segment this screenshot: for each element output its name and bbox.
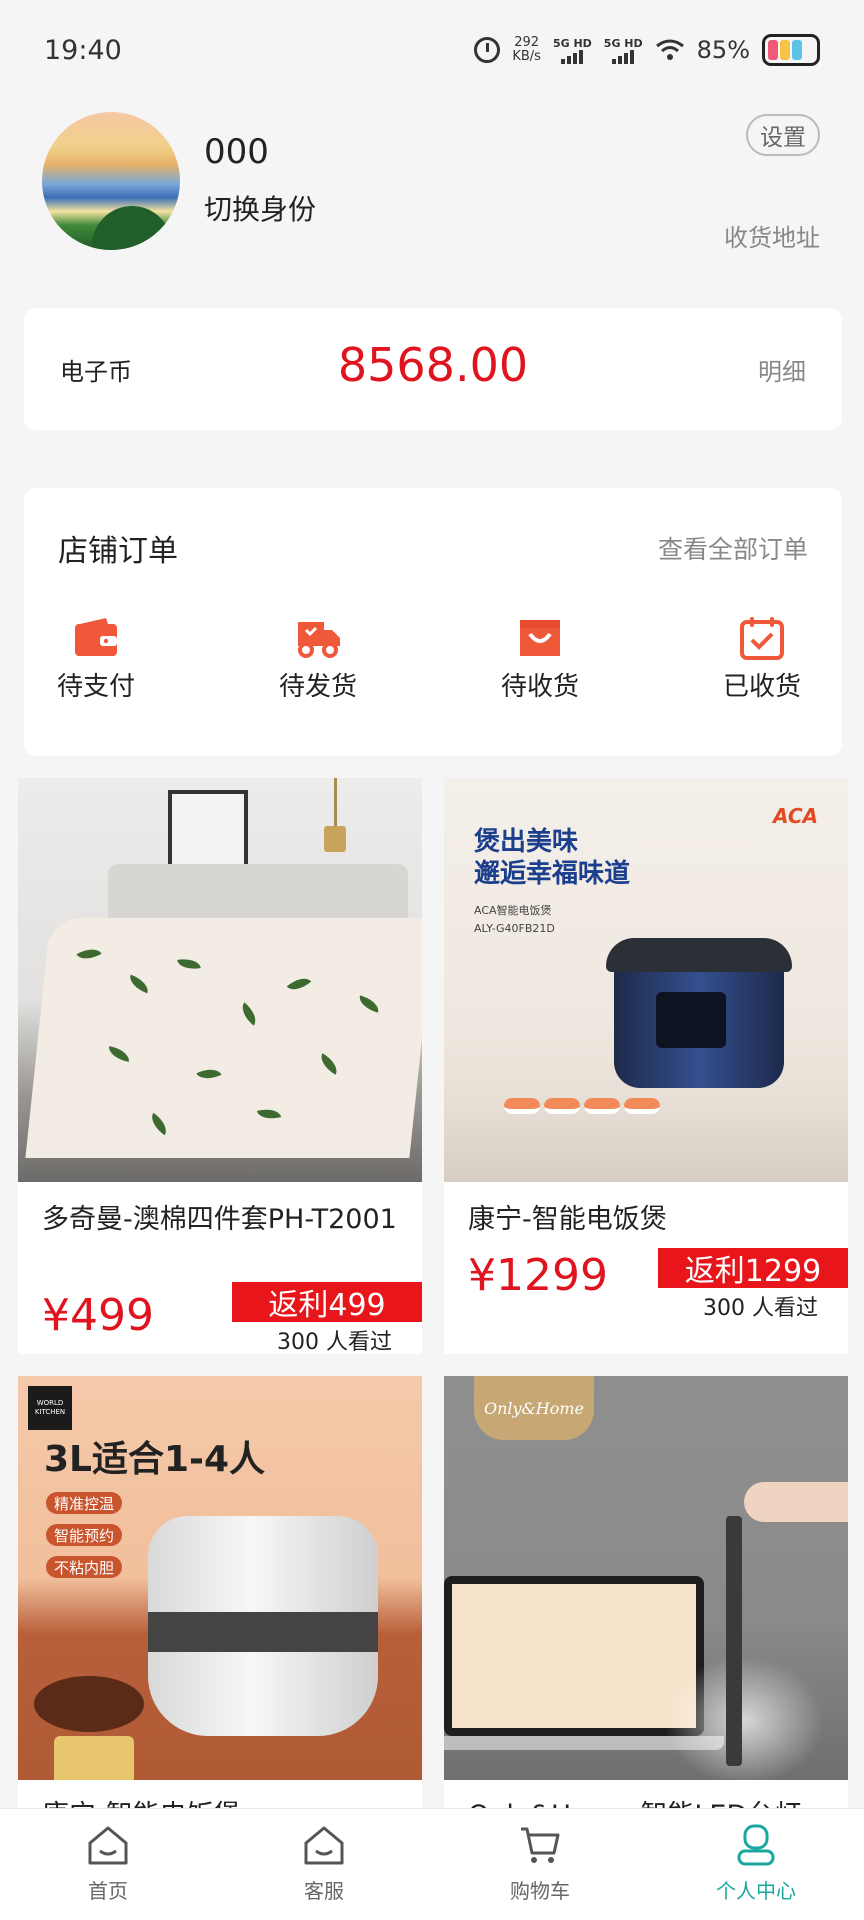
profile-icon — [737, 1824, 775, 1866]
e-coin-detail-link[interactable]: 明细 — [758, 352, 806, 387]
bottom-tab-bar: 首页 客服 购物车 个人中心 — [0, 1808, 864, 1920]
product-card[interactable]: WORLD KITCHEN 3L适合1-4人 精准控温 智能预约 不粘内胆 康宁… — [18, 1376, 422, 1856]
customer-service-icon — [304, 1826, 344, 1865]
product-image: WORLD KITCHEN 3L适合1-4人 精准控温 智能预约 不粘内胆 — [18, 1376, 422, 1780]
ad-brand-logo: WORLD KITCHEN — [28, 1386, 72, 1430]
tab-cart[interactable]: 购物车 — [432, 1809, 648, 1920]
order-pending-payment-label: 待支付 — [56, 672, 135, 702]
battery-icon — [762, 34, 820, 66]
order-received-label: 已收货 — [722, 672, 801, 702]
product-image: ACA 煲出美味 邂逅幸福味道 ACA智能电饭煲 ALY-G40FB21D — [444, 778, 848, 1182]
orders-title: 店铺订单 — [58, 534, 178, 569]
order-pending-shipment-label: 待发货 — [278, 672, 357, 702]
product-view-count: 300 人看过 — [703, 1296, 818, 1321]
ad-tag: 智能预约 — [46, 1524, 123, 1546]
signal-sim2-icon: 5G HD — [604, 37, 643, 64]
product-image — [18, 778, 422, 1182]
network-speed-value: 292 — [514, 35, 540, 50]
tab-cart-label: 购物车 — [510, 1879, 570, 1903]
ad-caption-line1: ACA智能电饭煲 — [474, 904, 552, 917]
product-name: 康宁-智能电饭煲 — [468, 1204, 667, 1235]
network-speed: 292 KB/s — [512, 36, 541, 64]
view-all-orders-link[interactable]: 查看全部订单 — [658, 530, 808, 566]
order-pending-shipment[interactable]: 待发货 — [258, 616, 378, 703]
ad-headline-line1: 煲出美味 — [474, 827, 579, 857]
product-name: 多奇曼-澳棉四件套PH-T2001 — [42, 1204, 397, 1235]
settings-button[interactable]: 设置 — [746, 114, 820, 156]
product-card[interactable]: ACA 煲出美味 邂逅幸福味道 ACA智能电饭煲 ALY-G40FB21D 康宁… — [444, 778, 848, 1354]
ad-headline: 煲出美味 邂逅幸福味道 — [474, 826, 630, 890]
ad-caption: ACA智能电饭煲 ALY-G40FB21D — [474, 902, 555, 938]
battery-percent: 85% — [696, 36, 750, 64]
tab-profile[interactable]: 个人中心 — [648, 1809, 864, 1920]
e-coin-balance: 8568.00 — [337, 338, 529, 392]
sim2-label: 5G HD — [603, 36, 643, 50]
product-price: ¥1299 — [468, 1250, 608, 1301]
order-received[interactable]: 已收货 — [702, 616, 822, 703]
home-icon — [88, 1826, 128, 1865]
wifi-icon — [655, 39, 684, 60]
tab-customer-service-label: 客服 — [304, 1879, 344, 1903]
product-card[interactable]: 多奇曼-澳棉四件套PH-T2001 ¥499 返利499 300 人看过 — [18, 778, 422, 1354]
wallet-icon — [75, 618, 117, 656]
shipping-address-link[interactable]: 收货地址 — [724, 218, 820, 253]
ad-tag: 精准控温 — [46, 1492, 123, 1514]
status-bar: 19:40 292 KB/s 5G HD 5G HD 85% — [0, 0, 864, 100]
tab-profile-label: 个人中心 — [716, 1879, 796, 1903]
order-pending-payment[interactable]: 待支付 — [36, 616, 156, 703]
cart-icon — [521, 1827, 560, 1863]
alarm-icon — [474, 37, 501, 63]
status-time: 19:40 — [44, 34, 122, 66]
delivery-truck-icon — [298, 622, 340, 658]
store-orders-card: 店铺订单 查看全部订单 待支付 待发货 待收货 已收货 — [24, 488, 842, 756]
sim1-label: 5G HD — [552, 36, 592, 50]
order-pending-receipt[interactable]: 待收货 — [480, 616, 600, 703]
username: 000 — [204, 132, 269, 172]
tab-home[interactable]: 首页 — [0, 1809, 216, 1920]
e-coin-card: 电子币 8568.00 明细 — [24, 308, 842, 430]
shopping-bag-icon — [520, 620, 560, 656]
tab-customer-service[interactable]: 客服 — [216, 1809, 432, 1920]
product-rebate-badge: 返利499 — [232, 1282, 422, 1323]
ad-caption-line2: ALY-G40FB21D — [474, 922, 555, 935]
tab-home-label: 首页 — [88, 1879, 128, 1903]
ad-headline-line2: 邂逅幸福味道 — [474, 859, 631, 889]
ad-brand-logo: Only&Home — [474, 1376, 594, 1440]
network-speed-unit: KB/s — [512, 49, 541, 64]
signal-sim1-icon: 5G HD — [553, 37, 592, 64]
product-card[interactable]: Only&Home Only&Home-智能LED台灯 — [444, 1376, 848, 1856]
calendar-check-icon — [740, 617, 784, 660]
switch-role-link[interactable]: 切换身份 — [204, 188, 316, 228]
product-image: Only&Home — [444, 1376, 848, 1780]
ad-brand-logo: ACA — [772, 804, 818, 828]
avatar[interactable] — [42, 112, 180, 250]
status-icons: 292 KB/s 5G HD 5G HD 85% — [474, 34, 820, 66]
order-pending-receipt-label: 待收货 — [500, 672, 579, 702]
product-view-count: 300 人看过 — [277, 1330, 392, 1354]
ad-tag: 不粘内胆 — [46, 1556, 123, 1578]
product-price: ¥499 — [42, 1290, 154, 1341]
ad-headline: 3L适合1-4人 — [44, 1439, 266, 1480]
product-rebate-badge: 返利1299 — [658, 1248, 848, 1289]
